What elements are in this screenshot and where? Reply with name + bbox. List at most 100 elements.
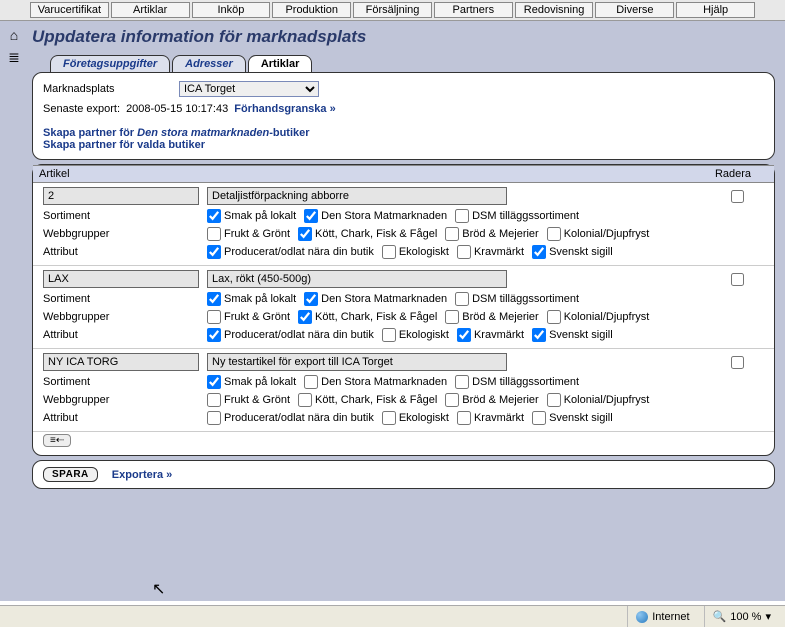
sortiment-checkbox[interactable]: [207, 375, 221, 389]
status-zoom[interactable]: 🔍 100 % ▾: [704, 606, 779, 627]
sortiment-option[interactable]: Smak på lokalt: [207, 375, 296, 389]
sortiment-checkbox[interactable]: [304, 209, 318, 223]
attribut-option[interactable]: Kravmärkt: [457, 328, 524, 342]
article-id-input[interactable]: [43, 270, 199, 288]
menu-produktion[interactable]: Produktion: [272, 2, 351, 18]
article-id-input[interactable]: [43, 187, 199, 205]
attribut-option[interactable]: Kravmärkt: [457, 411, 524, 425]
webbgrupper-checkbox[interactable]: [298, 393, 312, 407]
marketplace-select[interactable]: ICA Torget: [179, 81, 319, 97]
home-icon[interactable]: ⌂: [10, 27, 18, 43]
sortiment-checkbox[interactable]: [207, 292, 221, 306]
attribut-label: Attribut: [43, 246, 207, 258]
attribut-checkbox[interactable]: [532, 411, 546, 425]
webbgrupper-checkbox[interactable]: [445, 393, 459, 407]
panel-settings: Marknadsplats ICA Torget Senaste export:…: [32, 72, 775, 160]
sortiment-option[interactable]: Smak på lokalt: [207, 292, 296, 306]
webbgrupper-checkbox[interactable]: [547, 310, 561, 324]
attribut-option[interactable]: Ekologiskt: [382, 411, 449, 425]
webbgrupper-checkbox[interactable]: [207, 310, 221, 324]
attribut-checkbox[interactable]: [457, 328, 471, 342]
sortiment-checkbox[interactable]: [304, 375, 318, 389]
attribut-option[interactable]: Svenskt sigill: [532, 328, 613, 342]
webbgrupper-checkbox[interactable]: [207, 227, 221, 241]
attribut-checkbox[interactable]: [382, 245, 396, 259]
webbgrupper-option[interactable]: Kött, Chark, Fisk & Fågel: [298, 393, 437, 407]
attribut-checkbox[interactable]: [382, 411, 396, 425]
delete-checkbox[interactable]: [731, 190, 744, 203]
article-name-input[interactable]: [207, 187, 507, 205]
list-icon[interactable]: ≣: [8, 49, 20, 66]
attribut-checkbox[interactable]: [457, 245, 471, 259]
attribut-option[interactable]: Ekologiskt: [382, 328, 449, 342]
sortiment-checkbox[interactable]: [455, 292, 469, 306]
attribut-option[interactable]: Producerat/odlat nära din butik: [207, 411, 374, 425]
webbgrupper-checkbox[interactable]: [445, 227, 459, 241]
webbgrupper-option[interactable]: Kolonial/Djupfryst: [547, 393, 650, 407]
export-link[interactable]: Exportera »: [112, 469, 173, 481]
webbgrupper-option[interactable]: Bröd & Mejerier: [445, 310, 538, 324]
sortiment-checkbox[interactable]: [455, 209, 469, 223]
article-id-input[interactable]: [43, 353, 199, 371]
tab-företagsuppgifter[interactable]: Företagsuppgifter: [50, 55, 170, 72]
tab-artiklar[interactable]: Artiklar: [248, 55, 313, 72]
sortiment-checkbox[interactable]: [455, 375, 469, 389]
pager-icon[interactable]: ≡⇠: [43, 434, 71, 447]
tab-adresser[interactable]: Adresser: [172, 55, 246, 72]
delete-checkbox[interactable]: [731, 273, 744, 286]
webbgrupper-checkbox[interactable]: [445, 310, 459, 324]
save-button[interactable]: SPARA: [43, 467, 98, 482]
webbgrupper-checkbox[interactable]: [207, 393, 221, 407]
attribut-option[interactable]: Ekologiskt: [382, 245, 449, 259]
menu-varucertifikat[interactable]: Varucertifikat: [30, 2, 109, 18]
webbgrupper-option[interactable]: Kolonial/Djupfryst: [547, 227, 650, 241]
attribut-option[interactable]: Producerat/odlat nära din butik: [207, 245, 374, 259]
article-name-input[interactable]: [207, 270, 507, 288]
attribut-checkbox[interactable]: [207, 411, 221, 425]
attribut-option[interactable]: Svenskt sigill: [532, 411, 613, 425]
sortiment-option[interactable]: Den Stora Matmarknaden: [304, 292, 447, 306]
sortiment-option[interactable]: DSM tilläggssortiment: [455, 375, 579, 389]
attribut-option[interactable]: Producerat/odlat nära din butik: [207, 328, 374, 342]
attribut-checkbox[interactable]: [532, 328, 546, 342]
sortiment-option[interactable]: Den Stora Matmarknaden: [304, 209, 447, 223]
menu-inköp[interactable]: Inköp: [192, 2, 271, 18]
attribut-checkbox[interactable]: [532, 245, 546, 259]
sortiment-option[interactable]: DSM tilläggssortiment: [455, 209, 579, 223]
webbgrupper-checkbox[interactable]: [298, 227, 312, 241]
partner-link-2[interactable]: Skapa partner för valda butiker: [43, 139, 205, 151]
partner-link-1[interactable]: Skapa partner för Den stora matmarknaden…: [43, 127, 310, 139]
webbgrupper-option[interactable]: Kött, Chark, Fisk & Fågel: [298, 310, 437, 324]
menu-hjälp[interactable]: Hjälp: [676, 2, 755, 18]
webbgrupper-option[interactable]: Frukt & Grönt: [207, 393, 290, 407]
attribut-option[interactable]: Svenskt sigill: [532, 245, 613, 259]
delete-checkbox[interactable]: [731, 356, 744, 369]
attribut-checkbox[interactable]: [457, 411, 471, 425]
webbgrupper-checkbox[interactable]: [547, 393, 561, 407]
sortiment-option[interactable]: Den Stora Matmarknaden: [304, 375, 447, 389]
menu-partners[interactable]: Partners: [434, 2, 513, 18]
webbgrupper-option[interactable]: Kolonial/Djupfryst: [547, 310, 650, 324]
webbgrupper-checkbox[interactable]: [547, 227, 561, 241]
menu-artiklar[interactable]: Artiklar: [111, 2, 190, 18]
webbgrupper-option[interactable]: Bröd & Mejerier: [445, 227, 538, 241]
webbgrupper-option[interactable]: Bröd & Mejerier: [445, 393, 538, 407]
attribut-checkbox[interactable]: [207, 328, 221, 342]
sortiment-checkbox[interactable]: [304, 292, 318, 306]
webbgrupper-checkbox[interactable]: [298, 310, 312, 324]
attribut-checkbox[interactable]: [382, 328, 396, 342]
sortiment-option[interactable]: Smak på lokalt: [207, 209, 296, 223]
webbgrupper-option[interactable]: Frukt & Grönt: [207, 227, 290, 241]
attribut-option[interactable]: Kravmärkt: [457, 245, 524, 259]
article-name-input[interactable]: [207, 353, 507, 371]
sortiment-option[interactable]: DSM tilläggssortiment: [455, 292, 579, 306]
menu-redovisning[interactable]: Redovisning: [515, 2, 594, 18]
preview-link[interactable]: Förhandsgranska »: [234, 103, 335, 115]
menu-diverse[interactable]: Diverse: [595, 2, 674, 18]
attribut-checkbox[interactable]: [207, 245, 221, 259]
webbgrupper-option[interactable]: Frukt & Grönt: [207, 310, 290, 324]
menu-försäljning[interactable]: Försäljning: [353, 2, 432, 18]
sortiment-checkbox[interactable]: [207, 209, 221, 223]
article-block: SortimentSmak på lokaltDen Stora Matmark…: [33, 183, 774, 266]
webbgrupper-option[interactable]: Kött, Chark, Fisk & Fågel: [298, 227, 437, 241]
